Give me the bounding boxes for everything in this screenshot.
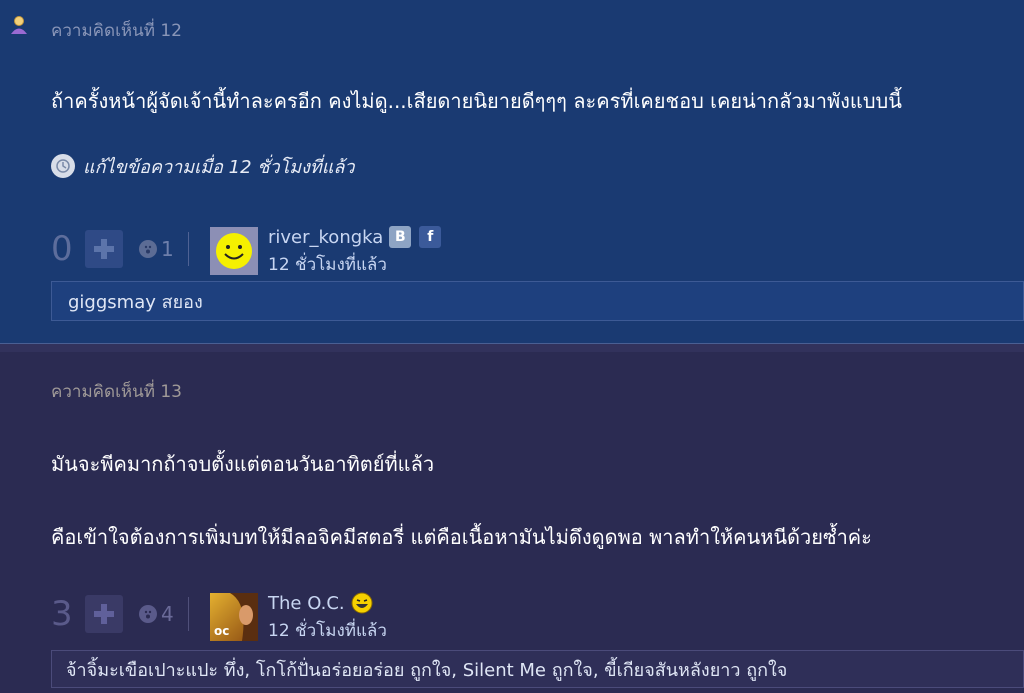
comment-text-line-1: มันจะพีคมากถ้าจบตั้งแต่ตอนวันอาทิตย์ที่แ… xyxy=(51,452,435,476)
plus-icon xyxy=(94,604,114,624)
divider xyxy=(187,232,189,266)
comment-text-line-2: คือเข้าใจต้องการเพิ่มบทให้มีลอจิคมีสตอรี… xyxy=(51,525,872,549)
comment-text: ถ้าครั้งหน้าผู้จัดเจ้านี้ทำละครอีก คงไม่… xyxy=(51,89,902,113)
emotion-face-icon xyxy=(139,605,157,623)
laugh-emoji-icon xyxy=(351,592,373,614)
plus-icon xyxy=(94,239,114,259)
user-name-link[interactable]: river_kongka xyxy=(268,227,383,248)
reactions-bar: จ้าจิ้มะเขือเปาะแปะ ทึ่ง, โกโก้ปั่นอร่อย… xyxy=(51,650,1024,688)
clock-edit-icon xyxy=(51,154,75,178)
user-avatar[interactable]: oc xyxy=(210,593,258,641)
user-name-row: The O.C. xyxy=(268,592,373,614)
divider xyxy=(187,597,189,631)
emotion-counter[interactable]: 1 xyxy=(139,237,174,261)
comment-number-label: ความคิดเห็นที่ 12 xyxy=(51,21,182,41)
photo-avatar-icon: oc xyxy=(210,593,258,641)
smiley-avatar-icon xyxy=(210,227,258,275)
user-avatar[interactable] xyxy=(210,227,258,275)
vote-row: 3 4 xyxy=(51,589,189,639)
emotion-count: 4 xyxy=(161,602,174,626)
user-badge-icon xyxy=(11,16,27,34)
vote-score: 3 xyxy=(51,594,73,634)
reactions-bar: giggsmay สยอง xyxy=(51,281,1024,321)
user-name-row: river_kongka B f xyxy=(268,226,442,248)
emotion-face-icon xyxy=(139,240,157,258)
upvote-button[interactable] xyxy=(85,595,123,633)
user-name-link[interactable]: The O.C. xyxy=(268,593,345,614)
emotion-count: 1 xyxy=(161,237,174,261)
facebook-icon[interactable]: f xyxy=(419,226,442,248)
comment-12: ความคิดเห็นที่ 12 ถ้าครั้งหน้าผู้จัดเจ้า… xyxy=(0,0,1024,343)
comment-number-label: ความคิดเห็นที่ 13 xyxy=(51,382,182,402)
vote-row: 0 1 xyxy=(51,224,189,274)
vote-score: 0 xyxy=(51,229,73,269)
edit-note-text: แก้ไขข้อความเมื่อ 12 ชั่วโมงที่แล้ว xyxy=(83,156,355,178)
edit-note: แก้ไขข้อความเมื่อ 12 ชั่วโมงที่แล้ว xyxy=(51,152,355,180)
blog-icon[interactable]: B xyxy=(389,226,412,248)
post-time: 12 ชั่วโมงที่แล้ว xyxy=(268,255,387,275)
comment-13: ความคิดเห็นที่ 13 มันจะพีคมากถ้าจบตั้งแต… xyxy=(0,352,1024,693)
emotion-counter[interactable]: 4 xyxy=(139,602,174,626)
post-time: 12 ชั่วโมงที่แล้ว xyxy=(268,621,387,641)
upvote-button[interactable] xyxy=(85,230,123,268)
svg-text:oc: oc xyxy=(214,624,229,638)
